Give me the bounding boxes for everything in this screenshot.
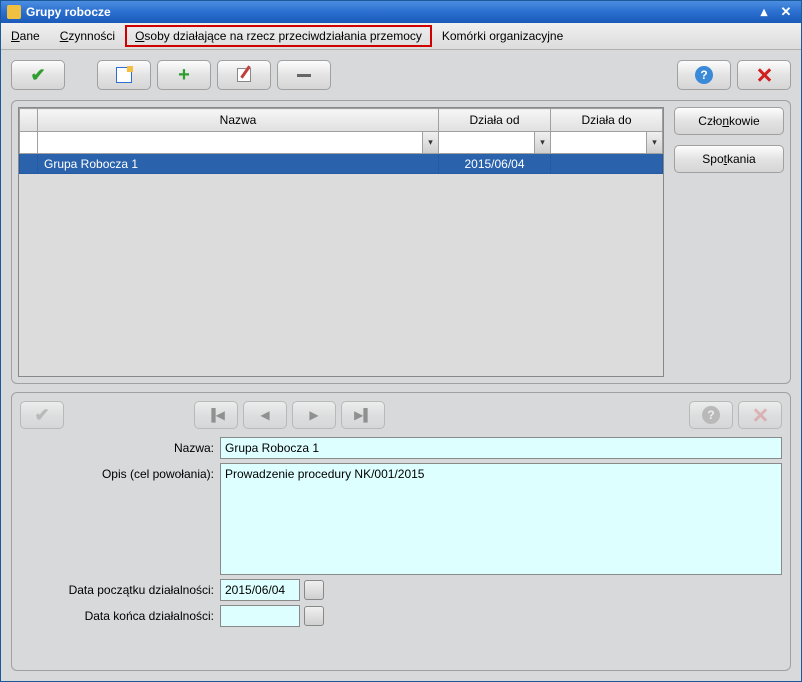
menu-czynnosci[interactable]: Czynności [50, 25, 125, 47]
side-column: Członkowie Spotkania [674, 107, 784, 377]
opis-textarea[interactable] [220, 463, 782, 575]
start-date-input[interactable] [220, 579, 300, 601]
groups-table: Nazwa Działa od Działa do Grupa Roboc [19, 108, 663, 174]
filter-from[interactable] [439, 132, 551, 154]
next-icon: ▶ [309, 408, 318, 422]
opis-label: Opis (cel powołania): [20, 463, 220, 481]
detail-help-button[interactable]: ? [689, 401, 733, 429]
table-container: Nazwa Działa od Działa do Grupa Roboc [18, 107, 664, 377]
check-icon: ✔ [34, 405, 49, 426]
name-label: Nazwa: [20, 437, 220, 455]
name-input[interactable] [220, 437, 782, 459]
app-icon [7, 5, 21, 19]
first-icon: ▐◀ [207, 408, 225, 422]
nav-first-button[interactable]: ▐◀ [194, 401, 238, 429]
col-to-header[interactable]: Działa do [551, 109, 663, 132]
filter-name[interactable] [38, 132, 439, 154]
dropdown-icon[interactable] [422, 132, 438, 153]
end-date-picker-button[interactable] [304, 606, 324, 626]
nav-next-button[interactable]: ▶ [292, 401, 336, 429]
new-button[interactable] [97, 60, 151, 90]
start-date-picker-button[interactable] [304, 580, 324, 600]
dropdown-icon[interactable] [534, 132, 550, 153]
members-button[interactable]: Członkowie [674, 107, 784, 135]
window-title: Grupy robocze [26, 5, 753, 19]
document-icon [116, 67, 132, 83]
nav-prev-button[interactable]: ◀ [243, 401, 287, 429]
detail-nav: ✔ ▐◀ ◀ ▶ ▶▌ ? [20, 401, 782, 429]
last-icon: ▶▌ [354, 408, 372, 422]
help-button[interactable]: ? [677, 60, 731, 90]
add-button[interactable]: + [157, 60, 211, 90]
col-name-header[interactable]: Nazwa [38, 109, 439, 132]
detail-panel: ✔ ▐◀ ◀ ▶ ▶▌ ? Nazwa: Opis (cel powołania… [11, 392, 791, 671]
remove-button[interactable] [277, 60, 331, 90]
help-icon: ? [702, 406, 720, 424]
table-panel: Nazwa Działa od Działa do Grupa Roboc [11, 100, 791, 384]
minus-icon [297, 74, 311, 77]
menu-dane[interactable]: Dane [1, 25, 50, 47]
prev-icon: ◀ [260, 408, 269, 422]
menu-komorki[interactable]: Komórki organizacyjne [432, 25, 573, 47]
pencil-icon [237, 68, 251, 82]
cell-to [551, 154, 663, 174]
toolbar-top: ✔ + ? [1, 50, 801, 100]
titlebar: Grupy robocze ▴ ✕ [1, 1, 801, 23]
meetings-button[interactable]: Spotkania [674, 145, 784, 173]
end-date-input[interactable] [220, 605, 300, 627]
close-icon [752, 407, 768, 423]
cell-name: Grupa Robocza 1 [38, 154, 439, 174]
close-window-button[interactable]: ✕ [775, 3, 797, 21]
detail-confirm-button[interactable]: ✔ [20, 401, 64, 429]
menubar: Dane Czynności Osoby działające na rzecz… [1, 23, 801, 50]
help-icon: ? [695, 66, 713, 84]
window: Grupy robocze ▴ ✕ Dane Czynności Osoby d… [0, 0, 802, 682]
edit-button[interactable] [217, 60, 271, 90]
end-date-label: Data końca działalności: [20, 605, 220, 623]
menu-osoby[interactable]: Osoby działające na rzecz przeciwdziałan… [125, 25, 432, 47]
close-icon [756, 67, 772, 83]
table-row[interactable]: Grupa Robocza 1 2015/06/04 [20, 154, 663, 174]
col-from-header[interactable]: Działa od [439, 109, 551, 132]
start-date-label: Data początku działalności: [20, 579, 220, 597]
nav-last-button[interactable]: ▶▌ [341, 401, 385, 429]
cell-from: 2015/06/04 [439, 154, 551, 174]
check-icon: ✔ [30, 65, 45, 86]
maximize-button[interactable]: ▴ [753, 3, 775, 21]
confirm-button[interactable]: ✔ [11, 60, 65, 90]
detail-close-button[interactable] [738, 401, 782, 429]
plus-icon: + [178, 65, 190, 85]
filter-to[interactable] [551, 132, 663, 154]
close-button[interactable] [737, 60, 791, 90]
dropdown-icon[interactable] [646, 132, 662, 153]
